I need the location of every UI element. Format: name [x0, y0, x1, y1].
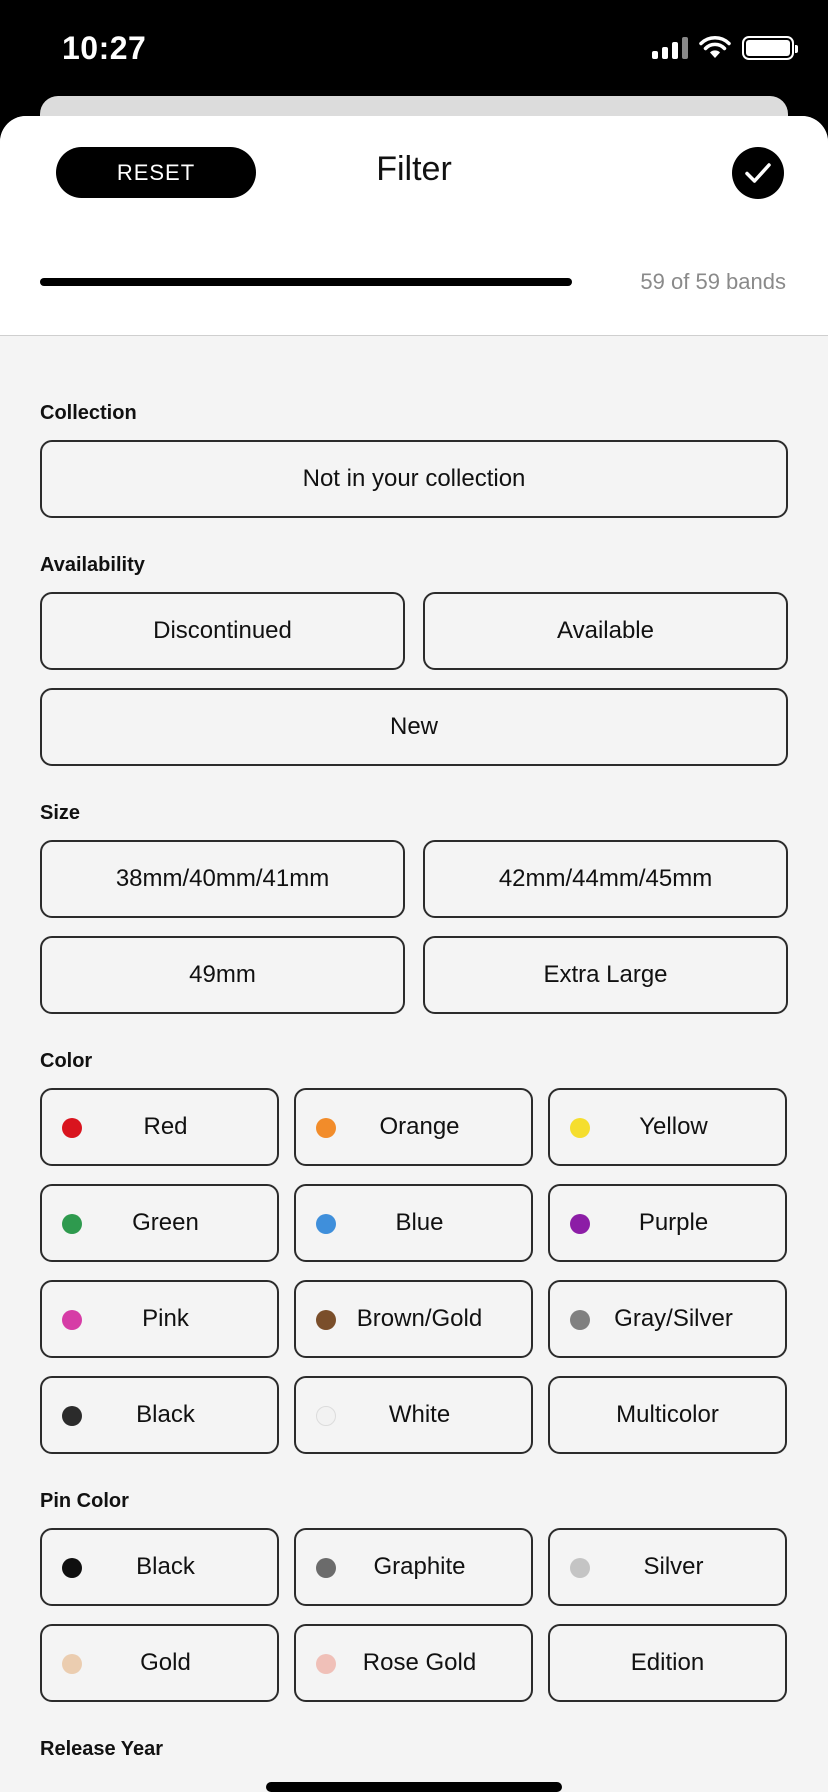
checkmark-icon: [745, 163, 771, 183]
option-color-black[interactable]: Black: [40, 1376, 279, 1454]
option-pin-color-rose-gold[interactable]: Rose Gold: [294, 1624, 533, 1702]
option-pin-color-black[interactable]: Black: [40, 1528, 279, 1606]
option-pin-color-silver[interactable]: Silver: [548, 1528, 787, 1606]
option-label: Brown/Gold: [356, 1305, 483, 1332]
color-swatch-icon: [62, 1118, 82, 1138]
filter-sheet: RESET Filter 59 of 59 bands Collection N…: [0, 116, 828, 1792]
cellular-signal-icon: [652, 37, 688, 59]
progress-fill: [40, 278, 572, 286]
results-count: 59 of 59 bands: [640, 269, 786, 294]
section-label-color: Color: [40, 1050, 93, 1072]
option-label: Purple: [638, 1209, 709, 1236]
results-progress-bar: [40, 278, 572, 286]
collection-options: Not in your collection: [40, 440, 788, 518]
option-color-purple[interactable]: Purple: [548, 1184, 787, 1262]
option-color-pink[interactable]: Pink: [40, 1280, 279, 1358]
option-not-in-collection[interactable]: Not in your collection: [40, 440, 788, 518]
pin-color-options: Black Graphite Silver Gold Rose Gold Edition: [40, 1528, 788, 1702]
color-swatch-icon: [62, 1654, 82, 1674]
option-color-white[interactable]: White: [294, 1376, 533, 1454]
color-swatch-icon: [62, 1214, 82, 1234]
option-pin-color-graphite[interactable]: Graphite: [294, 1528, 533, 1606]
option-pin-color-edition[interactable]: Edition: [548, 1624, 787, 1702]
option-label: Green: [132, 1209, 199, 1236]
color-swatch-icon: [570, 1118, 590, 1138]
color-swatch-icon: [62, 1406, 82, 1426]
color-swatch-icon: [316, 1310, 336, 1330]
color-swatch-icon: [62, 1310, 82, 1330]
option-label: Edition: [630, 1649, 705, 1676]
option-new[interactable]: New: [40, 688, 788, 766]
color-swatch-icon: [316, 1558, 336, 1578]
color-swatch-icon: [62, 1558, 82, 1578]
option-color-brown-gold[interactable]: Brown/Gold: [294, 1280, 533, 1358]
option-label: Black: [136, 1401, 195, 1428]
option-color-blue[interactable]: Blue: [294, 1184, 533, 1262]
section-label-collection: Collection: [40, 402, 137, 424]
size-options: 38mm/40mm/41mm 42mm/44mm/45mm 49mm Extra…: [40, 840, 788, 1014]
option-label: Blue: [395, 1209, 444, 1236]
sheet-header: RESET Filter 59 of 59 bands: [0, 116, 828, 336]
confirm-button[interactable]: [732, 147, 784, 199]
option-color-gray-silver[interactable]: Gray/Silver: [548, 1280, 787, 1358]
color-swatch-icon: [570, 1558, 590, 1578]
option-size-38-40-41[interactable]: 38mm/40mm/41mm: [40, 840, 405, 918]
option-label: Red: [143, 1113, 188, 1140]
status-time: 10:27: [62, 30, 147, 66]
option-label: Orange: [379, 1113, 460, 1140]
option-discontinued[interactable]: Discontinued: [40, 592, 405, 670]
color-swatch-icon: [570, 1214, 590, 1234]
filter-content: Collection Not in your collection Availa…: [0, 398, 828, 1764]
option-label: Gold: [140, 1649, 191, 1676]
option-label: Yellow: [639, 1113, 708, 1140]
option-label: Silver: [643, 1553, 704, 1580]
option-color-yellow[interactable]: Yellow: [548, 1088, 787, 1166]
color-swatch-icon: [316, 1654, 336, 1674]
option-label: White: [388, 1401, 451, 1428]
color-swatch-icon: [570, 1310, 590, 1330]
status-bar: 10:27: [0, 0, 828, 96]
option-label: Black: [136, 1553, 195, 1580]
section-label-pin-color: Pin Color: [40, 1490, 129, 1512]
battery-icon: [742, 36, 798, 60]
wifi-icon: [699, 36, 731, 58]
option-pin-color-gold[interactable]: Gold: [40, 1624, 279, 1702]
option-color-multicolor[interactable]: Multicolor: [548, 1376, 787, 1454]
section-label-size: Size: [40, 802, 81, 824]
section-label-release-year: Release Year: [40, 1738, 164, 1760]
availability-options: Discontinued Available New: [40, 592, 788, 766]
option-color-orange[interactable]: Orange: [294, 1088, 533, 1166]
color-options: Red Orange Yellow Green Blue Purple Pink Brown/…: [40, 1088, 788, 1454]
option-color-red[interactable]: Red: [40, 1088, 279, 1166]
option-size-42-44-45[interactable]: 42mm/44mm/45mm: [423, 840, 788, 918]
option-label: Graphite: [373, 1553, 466, 1580]
status-icons: [652, 36, 798, 60]
option-available[interactable]: Available: [423, 592, 788, 670]
color-swatch-icon: [316, 1406, 336, 1426]
color-swatch-icon: [316, 1118, 336, 1138]
option-label: Pink: [142, 1305, 189, 1332]
option-color-green[interactable]: Green: [40, 1184, 279, 1262]
option-label: Multicolor: [616, 1401, 719, 1428]
option-size-49[interactable]: 49mm: [40, 936, 405, 1014]
section-label-availability: Availability: [40, 554, 145, 576]
color-swatch-icon: [316, 1214, 336, 1234]
option-label: Gray/Silver: [614, 1305, 733, 1332]
option-size-extra-large[interactable]: Extra Large: [423, 936, 788, 1014]
option-label: Rose Gold: [362, 1649, 477, 1676]
reset-button[interactable]: RESET: [56, 147, 256, 198]
home-indicator: [266, 1782, 562, 1792]
